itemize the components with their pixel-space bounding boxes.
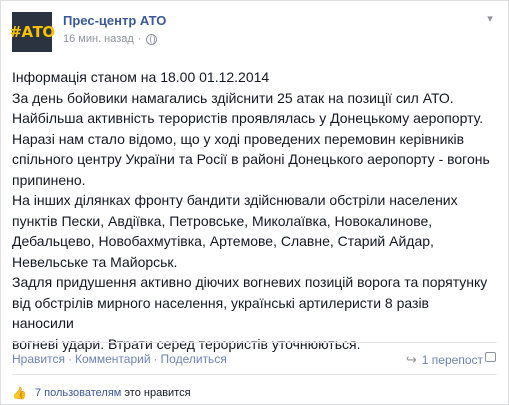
separator: · [67, 352, 72, 366]
author-name[interactable]: Прес-центр АТО [63, 13, 166, 28]
comment-button[interactable]: Комментарий [75, 352, 151, 366]
globe-icon [145, 33, 157, 45]
repost-count[interactable]: ↪ 1 перепост [406, 352, 483, 368]
post-card: #АТО Прес-центр АТО 16 мин. назад · ▾ Ін… [0, 0, 509, 405]
share-arrow-icon: ↪ [405, 352, 417, 367]
share-button[interactable]: Поделиться [161, 352, 227, 366]
like-button[interactable]: Нравится [12, 352, 65, 366]
thumbs-up-icon: 👍 [12, 386, 27, 400]
divider [12, 374, 497, 375]
likes-count-link[interactable]: 7 пользователям [35, 387, 121, 399]
comment-bubble-icon[interactable] [485, 352, 496, 362]
post-header: #АТО Прес-центр АТО 16 мин. назад · ▾ [9, 12, 497, 52]
post-timestamp[interactable]: 16 мин. назад [63, 33, 134, 45]
post-body: Інформація станом на 18.00 01.12.2014 За… [12, 69, 490, 352]
divider [12, 342, 497, 343]
avatar[interactable]: #АТО [9, 12, 55, 52]
post-actions: Нравится · Комментарий · Поделиться [12, 352, 227, 366]
post-meta: 16 мин. назад · [63, 33, 157, 45]
likes-summary: 👍 7 пользователям это нравится [12, 386, 191, 400]
chevron-down-icon[interactable]: ▾ [483, 12, 497, 26]
avatar-text: #АТО [9, 23, 55, 41]
repost-count-label: 1 перепост [421, 353, 483, 367]
separator: · [153, 352, 158, 366]
likes-label: это нравится [124, 387, 191, 399]
